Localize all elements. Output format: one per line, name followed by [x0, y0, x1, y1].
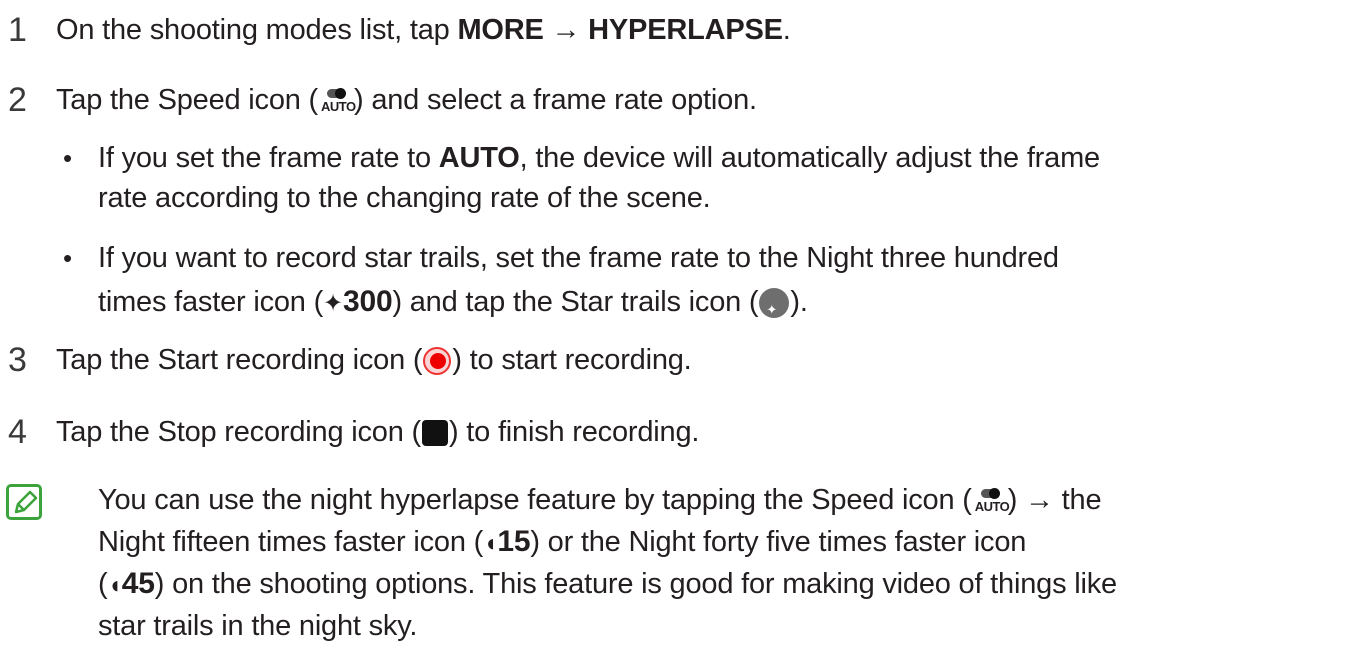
star-trails-icon: [759, 288, 790, 338]
step-text: Tap the Speed icon (AUTO) and select a f…: [56, 80, 757, 120]
step-number: 1: [8, 11, 27, 49]
more-label: MORE: [457, 14, 544, 46]
step-number: 4: [8, 413, 27, 451]
step-text: Tap the Start recording icon () to start…: [56, 344, 692, 376]
hyperlapse-label: HYPERLAPSE: [588, 14, 783, 46]
bullet-text: rate according to the changing rate of t…: [98, 182, 711, 214]
bullet-text: If you want to record star trails, set t…: [98, 242, 1059, 274]
night-300x-icon: ✦300: [323, 285, 393, 318]
night-45x-icon: ◖45: [107, 567, 155, 600]
step-text: On the shooting modes list, tap MORE → H…: [56, 14, 791, 46]
step-number: 3: [8, 341, 27, 379]
speed-icon: AUTO: [973, 484, 1010, 518]
start-recording-icon: [423, 347, 452, 376]
step-number: 2: [8, 81, 27, 119]
speed-icon: AUTO: [319, 84, 356, 118]
note-text: (◖45) on the shooting options. This feat…: [98, 567, 1117, 600]
bullet-symbol: •: [63, 243, 72, 273]
auto-label: AUTO: [438, 142, 520, 174]
note-text: You can use the night hyperlapse feature…: [98, 480, 1102, 520]
step-text: Tap the Stop recording icon () to finish…: [56, 416, 700, 448]
bullet-text: times faster icon (✦300) and tap the Sta…: [98, 282, 808, 338]
stop-recording-icon: [421, 420, 448, 447]
night-15x-icon: ◖15: [483, 525, 531, 558]
bullet-text: If you set the frame rate to AUTO, the d…: [98, 142, 1100, 174]
note-icon: [6, 484, 42, 520]
note-text: Night fifteen times faster icon (◖15) or…: [98, 525, 1027, 558]
bullet-symbol: •: [63, 143, 72, 173]
note-text: star trails in the night sky.: [98, 610, 418, 642]
